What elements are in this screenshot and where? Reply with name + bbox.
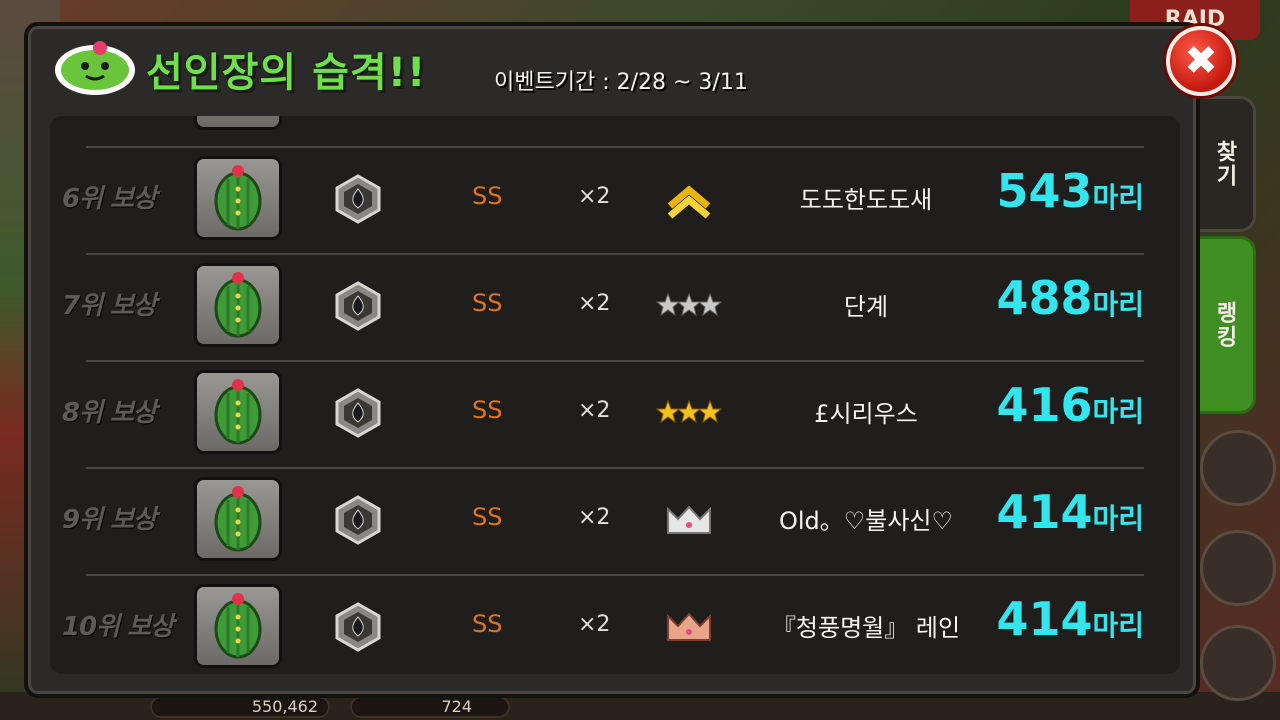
ranking-row[interactable]: 8위 보상 SS ×2 £시리우스 416마리 <box>62 360 1144 468</box>
tab-ranking[interactable]: 랭킹 <box>1195 236 1256 414</box>
player-name: £시리우스 <box>814 400 918 428</box>
cactus-mascot-icon <box>55 41 135 95</box>
close-button[interactable]: ✖ <box>1166 26 1236 96</box>
gem-counter: 724 <box>350 696 510 718</box>
rank-reward-label: 6위 보상 <box>62 184 157 214</box>
reward-grade: SS <box>472 610 503 638</box>
score: 414마리 <box>996 592 1144 646</box>
reward-item-box[interactable] <box>194 370 282 454</box>
hexagon-gem-icon <box>334 174 382 224</box>
three-silver-stars-icon <box>655 283 723 327</box>
score-number: 414 <box>996 485 1093 539</box>
score-number: 488 <box>996 271 1093 325</box>
reward-quantity: ×2 <box>578 184 611 209</box>
event-period: 이벤트기간 : 2/28 ~ 3/11 <box>494 70 748 95</box>
cactus-icon <box>210 589 266 663</box>
rank-reward-label: 9위 보상 <box>62 505 157 535</box>
hexagon-gem-icon <box>334 602 382 652</box>
ranking-row[interactable]: 7위 보상 SS ×2 단계 488마리 <box>62 253 1144 361</box>
ranking-row[interactable]: 6위 보상 SS ×2 도도한도도새 543마리 <box>62 146 1144 254</box>
ranking-row[interactable]: 10위 보상 SS ×2 『청풍명월』 레인 414마리 <box>62 574 1144 674</box>
character-portrait-icon[interactable] <box>1200 430 1276 506</box>
player-name: 단계 <box>843 293 889 321</box>
reward-item-box[interactable] <box>194 156 282 240</box>
score-unit: 마리 <box>1092 609 1144 642</box>
rank-reward-label: 10위 보상 <box>62 612 174 642</box>
rank-reward-label: 8위 보상 <box>62 398 157 428</box>
reward-item-box[interactable] <box>194 263 282 347</box>
score-number: 543 <box>996 164 1093 218</box>
silver-crown-icon <box>656 497 722 541</box>
score: 543마리 <box>996 164 1144 218</box>
hexagon-gem-icon <box>334 495 382 545</box>
score: 416마리 <box>996 378 1144 432</box>
hexagon-gem-icon <box>334 281 382 331</box>
reward-item-box[interactable] <box>194 584 282 668</box>
rank-reward-label: 7위 보상 <box>62 291 157 321</box>
player-name: Old。♡불사신♡ <box>778 507 954 535</box>
reward-quantity: ×2 <box>578 505 611 530</box>
bronze-crown-icon <box>656 604 722 648</box>
tab-ranking-label: 랭킹 <box>1212 301 1237 349</box>
score-unit: 마리 <box>1092 288 1144 321</box>
score-unit: 마리 <box>1092 395 1144 428</box>
score-number: 416 <box>996 378 1093 432</box>
reward-quantity: ×2 <box>578 291 611 316</box>
hexagon-gem-icon <box>334 388 382 438</box>
reward-item-box[interactable] <box>194 477 282 561</box>
reward-item-box-partial <box>194 116 282 130</box>
cactus-icon <box>210 161 266 235</box>
score-number: 414 <box>996 592 1093 646</box>
friends-icon[interactable] <box>1200 530 1276 606</box>
cactus-icon <box>210 482 266 556</box>
page-title: 선인장의 습격!! <box>146 50 427 96</box>
score-unit: 마리 <box>1092 181 1144 214</box>
ranking-row[interactable]: 9위 보상 SS ×2 Old。♡불사신♡ 414마리 <box>62 467 1144 575</box>
score: 414마리 <box>996 485 1144 539</box>
reward-grade: SS <box>472 396 503 424</box>
tab-find[interactable]: 찾기 <box>1195 96 1256 232</box>
reward-grade: SS <box>472 289 503 317</box>
cactus-icon <box>210 375 266 449</box>
player-name: 『청풍명월』 레인 <box>771 614 961 642</box>
gold-counter: 550,462 <box>150 696 330 718</box>
ranking-list[interactable]: 6위 보상 SS ×2 도도한도도새 543마리 7위 보상 SS ×2 단계 <box>50 116 1180 674</box>
double-chevron-gold-icon <box>656 176 722 220</box>
three-gold-stars-icon <box>655 390 723 434</box>
event-ranking-panel: 선인장의 습격!! 이벤트기간 : 2/28 ~ 3/11 ✖ 6위 보상 SS… <box>24 22 1236 698</box>
player-name: 도도한도도새 <box>799 186 933 214</box>
settings-gear-icon[interactable] <box>1200 625 1276 701</box>
reward-grade: SS <box>472 503 503 531</box>
reward-quantity: ×2 <box>578 612 611 637</box>
score: 488마리 <box>996 271 1144 325</box>
reward-quantity: ×2 <box>578 398 611 423</box>
score-unit: 마리 <box>1092 502 1144 535</box>
cactus-icon <box>210 268 266 342</box>
tab-find-label: 찾기 <box>1212 140 1237 188</box>
reward-grade: SS <box>472 182 503 210</box>
